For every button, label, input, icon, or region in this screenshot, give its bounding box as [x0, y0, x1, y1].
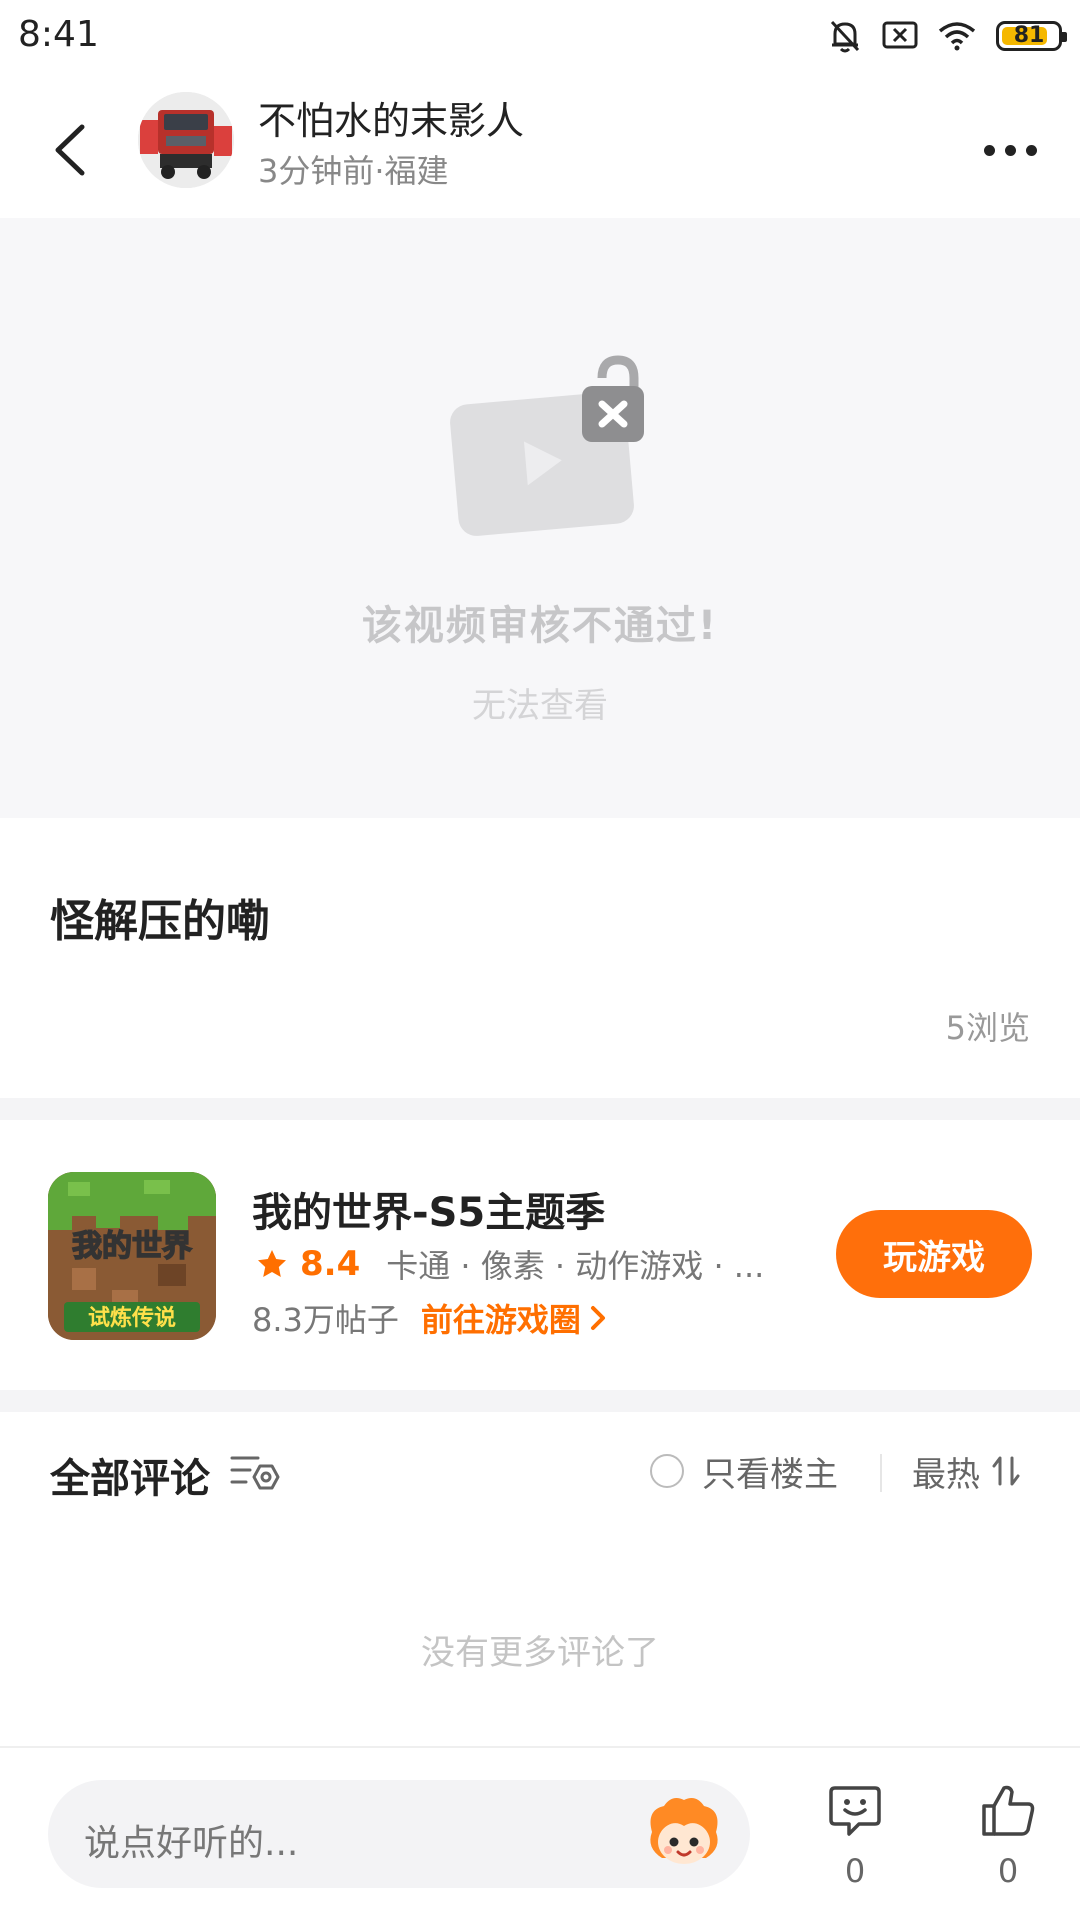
separator [880, 1454, 882, 1492]
view-count: 5浏览 [945, 1009, 1030, 1047]
game-posts-count: 8.3万帖子 [252, 1301, 399, 1339]
more-dots-icon [983, 144, 995, 156]
locked-video-icon [450, 355, 644, 536]
comment-icon [829, 1786, 881, 1836]
game-circle-label: 前往游戏圈 [420, 1301, 581, 1339]
back-button[interactable] [30, 110, 110, 190]
comment-action[interactable]: 0 [805, 1782, 905, 1892]
comment-input[interactable]: 说点好听的... [48, 1780, 750, 1888]
owner-only-label: 只看楼主 [702, 1454, 838, 1495]
comments-header: 全部评论 只看楼主 最热 [0, 1410, 1080, 1510]
owner-only-toggle[interactable]: 只看楼主 [650, 1446, 838, 1496]
sort-control[interactable]: 最热 [912, 1446, 1024, 1496]
star-icon [258, 1250, 286, 1277]
post-meta: 3分钟前·福建 [258, 152, 449, 190]
game-rating: 8.4 [300, 1244, 361, 1284]
sort-icon [992, 1456, 1020, 1486]
comments-title: 全部评论 [50, 1456, 210, 1502]
game-rating-row: 8.4 卡通 · 像素 · 动作游戏 · ... [256, 1242, 764, 1286]
game-posts-row: 8.3万帖子 前往游戏圈 [252, 1296, 607, 1340]
mascot-emoji-icon[interactable] [642, 1792, 726, 1876]
chevron-left-icon [55, 124, 85, 176]
author-name[interactable]: 不怕水的末影人 [258, 90, 524, 145]
post-detail-screen: 8:41 81 不怕水的末影人 3分钟前·福建 该视频审核不通过! 无法查看 怪… [0, 0, 1080, 1920]
like-count: 0 [997, 1852, 1019, 1890]
comment-count: 0 [844, 1852, 866, 1890]
game-name[interactable]: 我的世界-S5主题季 [252, 1180, 605, 1238]
wifi-icon [938, 22, 976, 51]
comment-placeholder: 说点好听的... [84, 1823, 299, 1864]
thumbs-up-icon [982, 1785, 1035, 1836]
more-options-button[interactable] [970, 120, 1050, 180]
game-tags: 卡通 · 像素 · 动作游戏 · ... [386, 1247, 765, 1285]
game-icon-subtitle: 试炼传说 [88, 1305, 176, 1331]
video-area: 该视频审核不通过! 无法查看 [0, 218, 1080, 818]
bottom-bar-divider [0, 1746, 1080, 1748]
post-title: 怪解压的嘞 [50, 896, 270, 947]
section-divider [0, 1098, 1080, 1120]
like-action[interactable]: 0 [958, 1782, 1058, 1892]
sort-label: 最热 [912, 1454, 980, 1495]
screen-off-icon [882, 21, 918, 49]
battery-level: 81 [1013, 23, 1045, 48]
blocked-title: 该视频审核不通过! [361, 603, 719, 649]
status-bar: 8:41 81 [0, 0, 1080, 72]
chevron-right-icon [590, 1306, 605, 1330]
filter-icon[interactable] [230, 1452, 280, 1494]
battery-icon: 81 [996, 21, 1067, 51]
bell-off-icon [830, 20, 860, 53]
section-divider [0, 1390, 1080, 1412]
no-more-comments: 没有更多评论了 [421, 1633, 659, 1673]
game-circle-link[interactable]: 前往游戏圈 [421, 1295, 607, 1341]
game-icon-title: 我的世界 [72, 1229, 192, 1264]
author-avatar[interactable] [138, 92, 234, 188]
blocked-subtitle: 无法查看 [472, 686, 608, 726]
status-time: 8:41 [18, 14, 99, 55]
owner-only-radio[interactable] [650, 1454, 684, 1488]
game-icon[interactable]: 我的世界 试炼传说 [48, 1172, 216, 1340]
game-card[interactable]: 我的世界 试炼传说 我的世界-S5主题季 8.4 卡通 · 像素 · 动作游戏 … [0, 1120, 1080, 1390]
post-header: 不怕水的末影人 3分钟前·福建 [0, 80, 1080, 210]
status-icons: 81 [828, 16, 1067, 56]
play-game-button[interactable]: 玩游戏 [836, 1210, 1032, 1298]
